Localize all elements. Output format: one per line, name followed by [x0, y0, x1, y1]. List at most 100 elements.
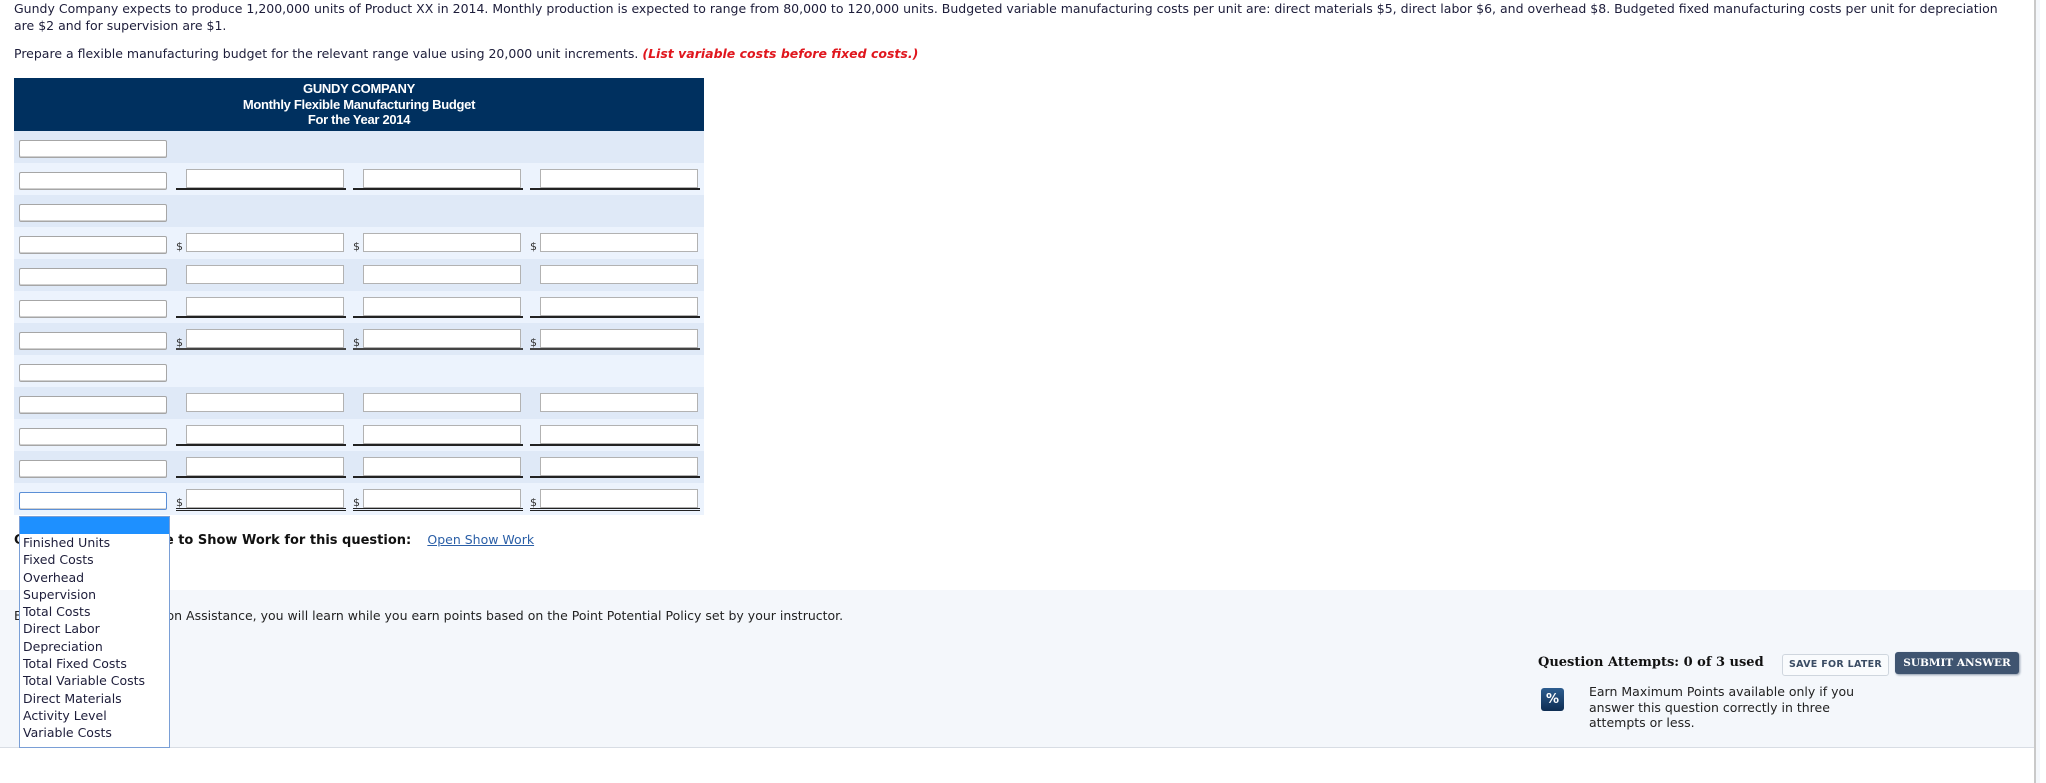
budget-row — [14, 386, 704, 419]
amount-input[interactable] — [363, 488, 521, 508]
amount-cell — [176, 296, 346, 319]
currency-symbol: $ — [353, 335, 360, 349]
row-label-select[interactable] — [19, 139, 167, 158]
amount-cell: $ — [353, 328, 523, 351]
row-label-select[interactable] — [19, 395, 167, 414]
budget-row: $ $ $ — [14, 482, 704, 515]
row-label-select[interactable] — [19, 427, 167, 446]
amount-input[interactable] — [186, 392, 344, 412]
budget-row — [14, 130, 704, 163]
amount-input[interactable] — [540, 424, 698, 444]
amount-input[interactable] — [540, 456, 698, 476]
amount-input[interactable] — [186, 264, 344, 284]
amount-cell — [530, 296, 700, 319]
currency-symbol: $ — [353, 495, 360, 509]
amount-input[interactable] — [363, 232, 521, 252]
row-label-select[interactable] — [19, 267, 167, 286]
instruction: Prepare a flexible manufacturing budget … — [14, 45, 918, 62]
amount-cell — [530, 424, 700, 447]
amount-input[interactable] — [363, 456, 521, 476]
dropdown-option[interactable]: Total Costs — [20, 603, 169, 620]
dropdown-option[interactable]: Supervision — [20, 586, 169, 603]
row-label-select[interactable] — [19, 203, 167, 222]
percent-icon: % — [1541, 688, 1564, 711]
amount-input[interactable] — [363, 264, 521, 284]
dropdown-option[interactable]: Depreciation — [20, 638, 169, 655]
amount-input[interactable] — [186, 456, 344, 476]
row-label-select[interactable] — [19, 235, 167, 254]
currency-symbol: $ — [530, 335, 537, 349]
dropdown-option[interactable] — [20, 517, 169, 534]
question-attempts: Question Attempts: 0 of 3 used — [1538, 655, 1764, 670]
amount-cell: $ — [353, 488, 523, 511]
amount-cell — [353, 424, 523, 447]
amount-input[interactable] — [540, 296, 698, 316]
dropdown-option[interactable]: Direct Materials — [20, 690, 169, 707]
currency-symbol: $ — [530, 239, 537, 253]
amount-cell — [353, 168, 523, 191]
amount-input[interactable] — [540, 264, 698, 284]
dropdown-option[interactable]: Activity Level — [20, 707, 169, 724]
budget-row — [14, 354, 704, 387]
amount-cell — [353, 392, 523, 415]
dropdown-option[interactable]: Total Fixed Costs — [20, 655, 169, 672]
row-label-select[interactable] — [19, 171, 167, 190]
amount-cell — [353, 264, 523, 287]
currency-symbol: $ — [176, 239, 183, 253]
currency-symbol: $ — [530, 495, 537, 509]
amount-cell: $ — [530, 328, 700, 351]
budget-row — [14, 194, 704, 227]
open-show-work-link[interactable]: Open Show Work — [427, 532, 534, 547]
amount-input[interactable] — [363, 296, 521, 316]
amount-input[interactable] — [363, 328, 521, 348]
amount-input[interactable] — [540, 168, 698, 188]
currency-symbol: $ — [353, 239, 360, 253]
dropdown-option[interactable]: Overhead — [20, 569, 169, 586]
company-name: GUNDY COMPANY — [303, 81, 415, 96]
amount-cell — [176, 424, 346, 447]
amount-input[interactable] — [363, 424, 521, 444]
budget-rows: $ $ $ $ $ $ $ $ $ — [14, 130, 704, 515]
dropdown-option[interactable]: Direct Labor — [20, 620, 169, 637]
amount-input[interactable] — [186, 232, 344, 252]
question-page: Gundy Company expects to produce 1,200,0… — [0, 0, 2040, 783]
flexible-budget-table: GUNDY COMPANY Monthly Flexible Manufactu… — [14, 78, 704, 515]
amount-input[interactable] — [540, 392, 698, 412]
row-label-select[interactable] — [19, 331, 167, 350]
save-for-later-button[interactable]: SAVE FOR LATER — [1782, 654, 1890, 676]
budget-row — [14, 162, 704, 195]
amount-input[interactable] — [540, 232, 698, 252]
budget-row — [14, 418, 704, 451]
amount-input[interactable] — [186, 296, 344, 316]
amount-input[interactable] — [186, 328, 344, 348]
amount-cell — [353, 296, 523, 319]
amount-cell: $ — [353, 232, 523, 255]
budget-title: Monthly Flexible Manufacturing Budget — [242, 96, 476, 112]
row-label-select[interactable] — [19, 299, 167, 318]
dropdown-option[interactable]: Fixed Costs — [20, 551, 169, 568]
amount-input[interactable] — [186, 424, 344, 444]
budget-row: $ $ $ — [14, 226, 704, 259]
amount-input[interactable] — [363, 392, 521, 412]
amount-cell — [176, 392, 346, 415]
instruction-note: (List variable costs before fixed costs.… — [642, 46, 919, 61]
budget-row — [14, 258, 704, 291]
amount-input[interactable] — [186, 168, 344, 188]
amount-input[interactable] — [540, 488, 698, 508]
dropdown-option[interactable]: Variable Costs — [20, 724, 169, 741]
row-label-select[interactable] — [19, 363, 167, 382]
row-label-select[interactable] — [19, 459, 167, 478]
amount-cell: $ — [530, 232, 700, 255]
row-label-select[interactable] — [19, 491, 167, 510]
amount-cell — [176, 456, 346, 479]
window-scrollbar[interactable] — [2034, 0, 2040, 783]
dropdown-option[interactable]: Total Variable Costs — [20, 672, 169, 689]
instruction-text: Prepare a flexible manufacturing budget … — [14, 46, 639, 61]
submit-answer-button[interactable]: SUBMIT ANSWER — [1895, 652, 2019, 674]
amount-input[interactable] — [186, 488, 344, 508]
amount-input[interactable] — [540, 328, 698, 348]
row-label-dropdown-list[interactable]: Finished Units Fixed Costs Overhead Supervi… — [19, 516, 170, 748]
budget-row — [14, 450, 704, 483]
amount-input[interactable] — [363, 168, 521, 188]
dropdown-option[interactable]: Finished Units — [20, 534, 169, 551]
